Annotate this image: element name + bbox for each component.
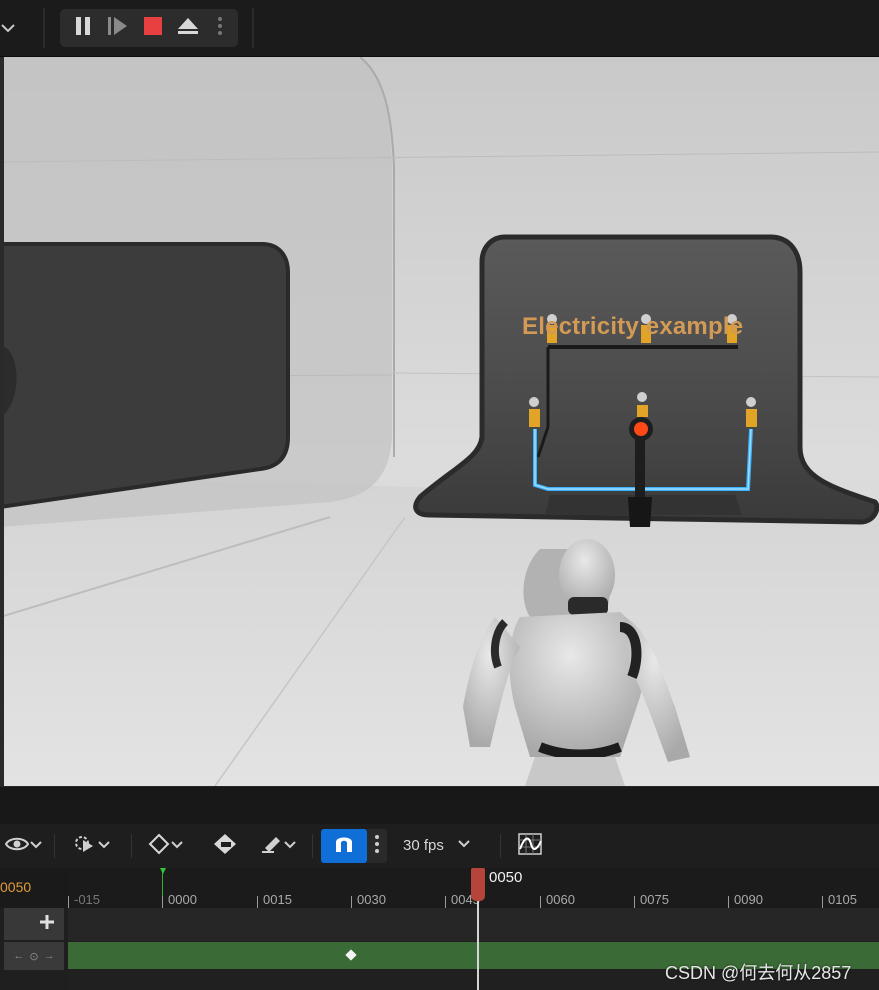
ruler-tick bbox=[68, 896, 69, 908]
play-controls bbox=[60, 9, 238, 47]
scene-render bbox=[0, 57, 879, 786]
auto-key-button[interactable] bbox=[208, 831, 242, 861]
more-options-button[interactable] bbox=[208, 9, 232, 47]
playhead-line bbox=[477, 898, 479, 990]
ruler-tick bbox=[351, 896, 352, 908]
ruler-label: 0015 bbox=[263, 892, 292, 907]
fps-selector[interactable]: 30 fps bbox=[403, 837, 444, 854]
ruler-tick bbox=[162, 896, 163, 908]
key-options-button[interactable] bbox=[141, 831, 191, 861]
playback-options-button[interactable] bbox=[66, 831, 116, 861]
more-options-icon bbox=[217, 15, 223, 42]
toolbar-divider bbox=[500, 834, 501, 858]
chevron-down-icon bbox=[170, 837, 184, 855]
chevron-down-icon[interactable] bbox=[457, 836, 471, 854]
track-row[interactable] bbox=[68, 908, 879, 941]
playhead-frame-label: 0050 bbox=[489, 869, 523, 886]
level-viewport[interactable]: Electricity example bbox=[0, 57, 879, 786]
stop-icon bbox=[143, 16, 163, 41]
toolbar-divider bbox=[43, 8, 45, 48]
sequencer-toolbar: 30 fps bbox=[0, 824, 879, 868]
toolbar-divider bbox=[312, 834, 313, 858]
playback-start-marker[interactable] bbox=[160, 868, 166, 874]
chevron-down-icon bbox=[97, 837, 111, 855]
ruler-label: 0075 bbox=[640, 892, 669, 907]
eject-icon bbox=[177, 16, 199, 41]
ruler-label: 0060 bbox=[546, 892, 575, 907]
eye-icon bbox=[4, 836, 30, 857]
pause-icon bbox=[74, 16, 92, 41]
ruler-label: 0000 bbox=[168, 892, 197, 907]
snap-options-button[interactable] bbox=[367, 829, 387, 863]
stop-button[interactable] bbox=[136, 9, 170, 47]
add-icon bbox=[40, 914, 54, 934]
chevron-down-icon[interactable] bbox=[0, 14, 24, 42]
ruler-label: -015 bbox=[74, 892, 101, 907]
step-forward-button[interactable] bbox=[101, 9, 135, 47]
next-key-button[interactable]: → bbox=[44, 950, 55, 962]
key-navigation: ← ⊙ → bbox=[4, 942, 64, 970]
ruler-tick bbox=[540, 896, 541, 908]
sign-text: Electricity example bbox=[522, 313, 744, 340]
snap-more-icon bbox=[374, 834, 380, 859]
ruler-tick bbox=[634, 896, 635, 908]
add-track-button[interactable] bbox=[4, 908, 64, 940]
ruler-label: 0030 bbox=[357, 892, 386, 907]
ruler-tick bbox=[257, 896, 258, 908]
add-key-button[interactable]: ⊙ bbox=[29, 950, 38, 963]
toolbar-divider bbox=[54, 834, 55, 858]
ruler-tick bbox=[822, 896, 823, 908]
key-auto-icon bbox=[213, 833, 237, 860]
toolbar-divider bbox=[131, 834, 132, 858]
panel-divider bbox=[0, 786, 879, 825]
ruler-tick bbox=[728, 896, 729, 908]
playhead-handle[interactable] bbox=[471, 868, 485, 901]
curve-editor-button[interactable] bbox=[513, 831, 547, 861]
ruler-label: 0105 bbox=[828, 892, 857, 907]
ruler-tick bbox=[445, 896, 446, 908]
playback-options-icon bbox=[71, 833, 97, 860]
snap-toggle-button[interactable] bbox=[321, 829, 367, 863]
chevron-down-icon bbox=[29, 837, 43, 855]
play-toolbar bbox=[0, 0, 879, 57]
snap-magnet-icon bbox=[332, 832, 356, 861]
edit-brush-icon bbox=[261, 834, 283, 859]
chevron-down-icon bbox=[283, 837, 297, 855]
curve-editor-icon bbox=[517, 832, 543, 861]
view-options-button[interactable] bbox=[0, 831, 48, 861]
key-icon bbox=[148, 833, 170, 860]
pause-button[interactable] bbox=[66, 9, 100, 47]
step-forward-icon bbox=[107, 16, 129, 41]
edit-mode-button[interactable] bbox=[254, 831, 304, 861]
eject-button[interactable] bbox=[171, 9, 205, 47]
toolbar-divider bbox=[252, 8, 254, 48]
previous-key-button[interactable]: ← bbox=[13, 950, 24, 962]
watermark: CSDN @何去何从2857 bbox=[665, 963, 852, 983]
ruler-label: 0090 bbox=[734, 892, 763, 907]
current-frame[interactable]: 0050 bbox=[0, 879, 31, 895]
viewport-edge bbox=[0, 57, 4, 786]
